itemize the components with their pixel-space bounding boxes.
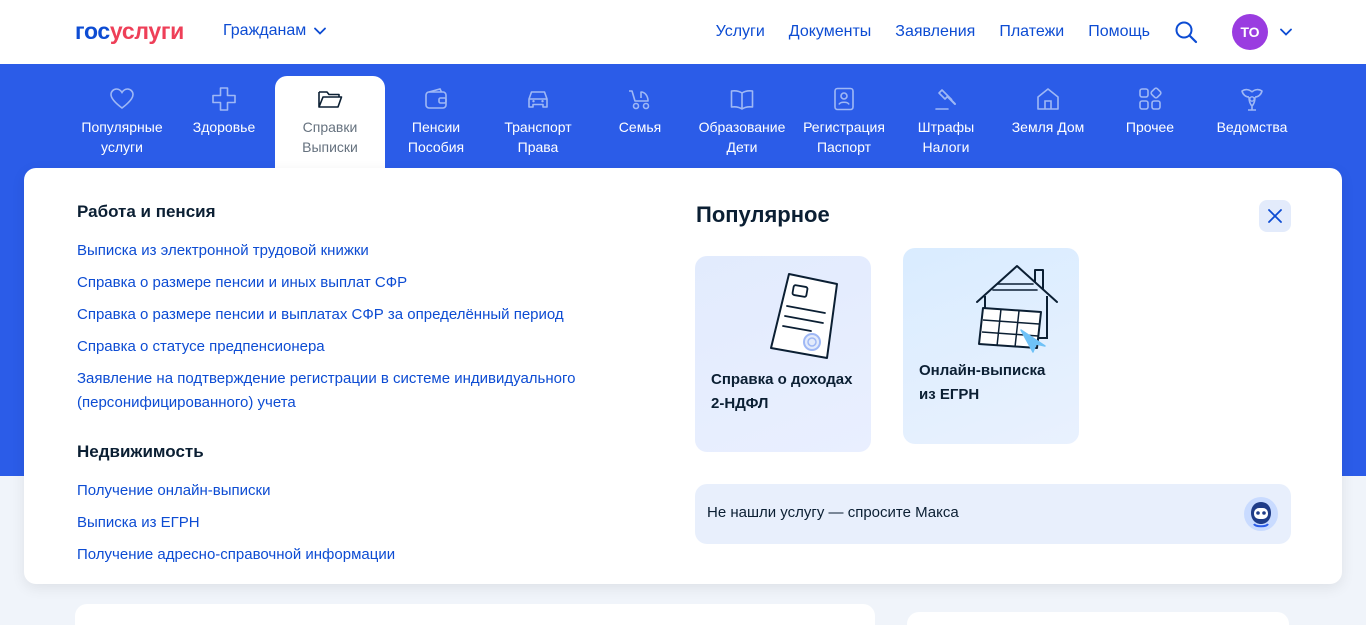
category-tab-fines[interactable]: Штрафы Налоги bbox=[895, 76, 997, 168]
content-card bbox=[75, 604, 875, 625]
wallet-icon bbox=[425, 88, 447, 109]
link-pension-period[interactable]: Справка о размере пенсии и выплатах СФР … bbox=[77, 303, 564, 327]
content-card bbox=[907, 612, 1289, 625]
category-tab-other[interactable]: Прочее bbox=[1099, 76, 1201, 168]
stroller-icon bbox=[629, 90, 650, 110]
link-address-info[interactable]: Получение адресно-справочной информации bbox=[77, 543, 395, 567]
category-label: Регистрация Паспорт bbox=[803, 119, 885, 155]
link-online-extract[interactable]: Получение онлайн-выписки bbox=[77, 479, 270, 503]
book-icon bbox=[730, 90, 754, 110]
category-tab-certificates[interactable]: Справки Выписки bbox=[275, 76, 385, 176]
nav-link-services[interactable]: Услуги bbox=[716, 23, 765, 41]
nav-link-help[interactable]: Помощь bbox=[1088, 23, 1150, 41]
category-label: Ведомства bbox=[1216, 119, 1288, 135]
grid-icon bbox=[1139, 87, 1162, 110]
nav-link-documents[interactable]: Документы bbox=[789, 23, 871, 41]
category-tab-popular[interactable]: Популярные услуги bbox=[71, 76, 173, 168]
category-label: Популярные услуги bbox=[81, 119, 163, 155]
card-label: Онлайн-выписка из ЕГРН bbox=[919, 362, 1046, 403]
category-label: Семья bbox=[618, 119, 662, 135]
category-tab-education[interactable]: Образование Дети bbox=[691, 76, 793, 168]
emblem-icon bbox=[1241, 88, 1263, 111]
popular-card-income-certificate[interactable]: Справка о доходах 2-НДФЛ bbox=[695, 256, 871, 452]
nav-link-applications[interactable]: Заявления bbox=[895, 23, 975, 41]
category-label: Транспорт Права bbox=[504, 119, 572, 155]
category-tab-health[interactable]: Здоровье bbox=[173, 76, 275, 168]
popular-title: Популярное bbox=[696, 202, 830, 227]
gosuslugi-logo[interactable]: госуслуги bbox=[75, 18, 184, 44]
category-tabs: Популярные услуги Здоровье Справки Выпис… bbox=[71, 76, 1303, 176]
passport-icon bbox=[834, 87, 854, 111]
search-icon[interactable] bbox=[1174, 20, 1198, 44]
gavel-icon bbox=[935, 89, 956, 110]
user-avatar[interactable]: ТО bbox=[1232, 14, 1268, 50]
category-label: Образование Дети bbox=[698, 119, 786, 155]
link-egrn-extract[interactable]: Выписка из ЕГРН bbox=[77, 511, 200, 535]
category-tab-pensions[interactable]: Пенсии Пособия bbox=[385, 76, 487, 168]
category-label: Справки Выписки bbox=[302, 119, 358, 155]
ask-max-text: Не нашли услугу — спросите Макса bbox=[707, 504, 959, 521]
category-label: Земля Дом bbox=[1011, 119, 1085, 135]
ask-max-bar[interactable]: Не нашли услугу — спросите Макса bbox=[695, 484, 1291, 544]
robot-max-icon bbox=[1244, 497, 1278, 531]
category-dropdown-panel: Работа и пенсия Выписка из электронной т… bbox=[24, 168, 1342, 584]
card-label: Справка о доходах 2-НДФЛ bbox=[711, 371, 853, 412]
category-tab-agencies[interactable]: Ведомства bbox=[1201, 76, 1303, 168]
category-label: Здоровье bbox=[192, 119, 256, 135]
category-tab-transport[interactable]: Транспорт Права bbox=[487, 76, 589, 168]
folder-icon bbox=[318, 91, 343, 108]
category-label: Штрафы Налоги bbox=[917, 119, 975, 155]
link-pension-amount[interactable]: Справка о размере пенсии и иных выплат С… bbox=[77, 271, 407, 295]
heart-icon bbox=[110, 88, 134, 110]
link-employment-record[interactable]: Выписка из электронной трудовой книжки bbox=[77, 239, 369, 263]
popular-card-egrn-extract[interactable]: Онлайн-выписка из ЕГРН bbox=[903, 248, 1079, 444]
car-icon bbox=[528, 91, 548, 108]
house-icon bbox=[1037, 88, 1059, 110]
top-nav: Услуги Документы Заявления Платежи Помощ… bbox=[716, 0, 1366, 64]
category-tab-registration[interactable]: Регистрация Паспорт bbox=[793, 76, 895, 168]
link-pre-pensioner[interactable]: Справка о статусе предпенсионера bbox=[77, 335, 325, 359]
cross-icon bbox=[212, 87, 236, 111]
category-label: Пенсии Пособия bbox=[407, 119, 465, 155]
audience-selector[interactable]: Гражданам bbox=[223, 22, 327, 40]
document-icon bbox=[770, 273, 838, 359]
category-tab-family[interactable]: Семья bbox=[589, 76, 691, 168]
section-title-work-pension: Работа и пенсия bbox=[77, 202, 216, 221]
house-document-icon bbox=[976, 265, 1058, 353]
chevron-down-icon[interactable] bbox=[1280, 28, 1292, 36]
category-tab-land[interactable]: Земля Дом bbox=[997, 76, 1099, 168]
top-header: госуслуги Гражданам Услуги Документы Зая… bbox=[0, 0, 1366, 64]
close-icon bbox=[1268, 209, 1282, 223]
audience-label: Гражданам bbox=[223, 22, 307, 39]
link-registration-confirm[interactable]: Заявление на подтверждение регистрации в… bbox=[77, 367, 576, 391]
nav-link-payments[interactable]: Платежи bbox=[999, 23, 1064, 41]
category-label: Прочее bbox=[1125, 119, 1175, 135]
chevron-down-icon bbox=[314, 27, 327, 35]
section-title-real-estate: Недвижимость bbox=[77, 442, 204, 461]
close-button[interactable] bbox=[1259, 200, 1291, 232]
link-registration-confirm-cont[interactable]: (персонифицированного) учета bbox=[77, 391, 296, 415]
